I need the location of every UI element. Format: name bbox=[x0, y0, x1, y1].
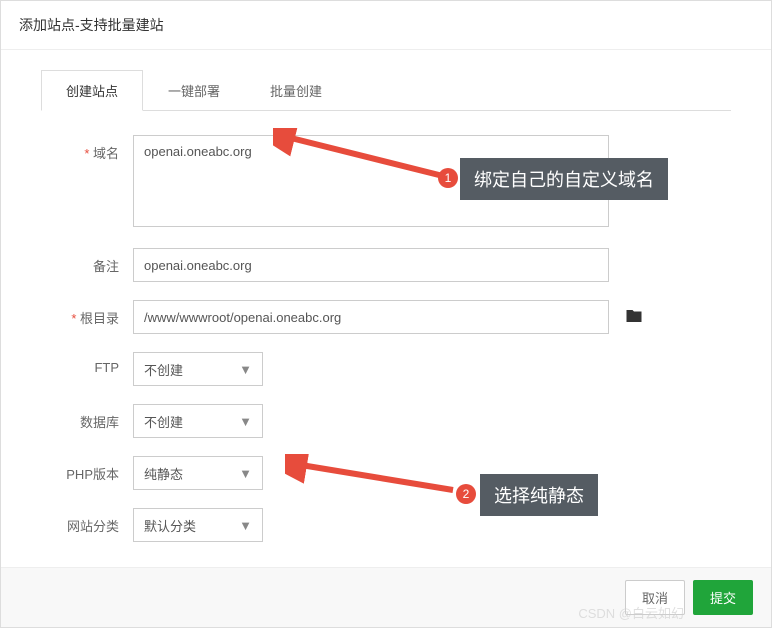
callout-text: 绑定自己的自定义域名 bbox=[474, 166, 654, 192]
root-input[interactable] bbox=[133, 300, 609, 334]
tab-label: 一键部署 bbox=[168, 84, 220, 99]
php-select[interactable]: 纯静态 ▼ bbox=[133, 456, 263, 490]
label-php: PHP版本 bbox=[51, 456, 133, 483]
folder-icon[interactable] bbox=[625, 307, 643, 330]
modal-header: 添加站点-支持批量建站 bbox=[1, 1, 771, 50]
label-domain: 域名 bbox=[51, 135, 133, 162]
chevron-down-icon: ▼ bbox=[239, 466, 252, 481]
row-category: 网站分类 默认分类 ▼ bbox=[51, 508, 721, 542]
field-root bbox=[133, 300, 721, 334]
annotation-badge-1: 1 bbox=[438, 168, 458, 188]
modal-footer: 取消 提交 bbox=[1, 567, 771, 627]
field-ftp: 不创建 ▼ bbox=[133, 352, 721, 386]
row-remark: 备注 bbox=[51, 248, 721, 282]
row-db: 数据库 不创建 ▼ bbox=[51, 404, 721, 438]
chevron-down-icon: ▼ bbox=[239, 414, 252, 429]
field-php: 纯静态 ▼ bbox=[133, 456, 721, 490]
button-label: 提交 bbox=[710, 591, 736, 606]
row-root: 根目录 bbox=[51, 300, 721, 334]
modal-title: 添加站点-支持批量建站 bbox=[19, 17, 164, 33]
submit-button[interactable]: 提交 bbox=[693, 580, 753, 615]
ftp-select[interactable]: 不创建 ▼ bbox=[133, 352, 263, 386]
select-value: 默认分类 bbox=[144, 516, 196, 535]
tab-create-site[interactable]: 创建站点 bbox=[41, 70, 143, 111]
tab-label: 批量创建 bbox=[270, 84, 322, 99]
annotation-badge-2: 2 bbox=[456, 484, 476, 504]
annotation-callout-1: 绑定自己的自定义域名 bbox=[460, 158, 668, 200]
label-remark: 备注 bbox=[51, 248, 133, 275]
modal: 添加站点-支持批量建站 创建站点 一键部署 批量创建 域名 备注 根目录 bbox=[0, 0, 772, 628]
label-db: 数据库 bbox=[51, 404, 133, 431]
row-ftp: FTP 不创建 ▼ bbox=[51, 352, 721, 386]
label-root: 根目录 bbox=[51, 300, 133, 327]
label-category: 网站分类 bbox=[51, 508, 133, 535]
tab-one-click-deploy[interactable]: 一键部署 bbox=[143, 70, 245, 111]
cancel-button[interactable]: 取消 bbox=[625, 580, 685, 615]
annotation-callout-2: 选择纯静态 bbox=[480, 474, 598, 516]
category-select[interactable]: 默认分类 ▼ bbox=[133, 508, 263, 542]
row-php: PHP版本 纯静态 ▼ bbox=[51, 456, 721, 490]
remark-input[interactable] bbox=[133, 248, 609, 282]
field-db: 不创建 ▼ bbox=[133, 404, 721, 438]
chevron-down-icon: ▼ bbox=[239, 362, 252, 377]
chevron-down-icon: ▼ bbox=[239, 518, 252, 533]
tab-batch-create[interactable]: 批量创建 bbox=[245, 70, 347, 111]
label-ftp: FTP bbox=[51, 352, 133, 375]
tab-label: 创建站点 bbox=[66, 84, 118, 99]
callout-text: 选择纯静态 bbox=[494, 482, 584, 508]
button-label: 取消 bbox=[642, 591, 668, 606]
select-value: 不创建 bbox=[144, 360, 183, 379]
select-value: 纯静态 bbox=[144, 464, 183, 483]
db-select[interactable]: 不创建 ▼ bbox=[133, 404, 263, 438]
tabs: 创建站点 一键部署 批量创建 bbox=[41, 70, 731, 111]
field-category: 默认分类 ▼ bbox=[133, 508, 721, 542]
field-remark bbox=[133, 248, 721, 282]
select-value: 不创建 bbox=[144, 412, 183, 431]
modal-content: 创建站点 一键部署 批量创建 域名 备注 根目录 bbox=[1, 50, 771, 542]
